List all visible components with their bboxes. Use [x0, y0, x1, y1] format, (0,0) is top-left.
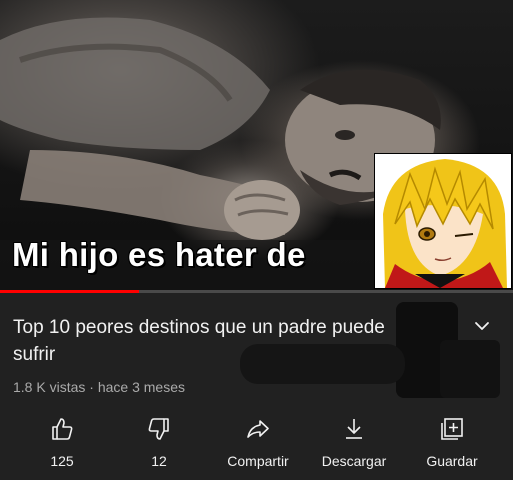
download-button[interactable]: Descargar [312, 410, 396, 474]
action-bar: 125 12 Compartir Descargar Guardar [0, 410, 513, 474]
anime-character-image [374, 153, 512, 289]
save-label: Guardar [426, 453, 478, 469]
chevron-down-icon[interactable] [472, 316, 492, 336]
thumbs-down-icon [148, 418, 169, 440]
share-icon [247, 420, 269, 438]
view-count: 1.8 K vistas [13, 379, 86, 395]
like-count: 125 [50, 453, 74, 469]
video-progress-bar[interactable] [0, 290, 513, 293]
thumbs-up-icon [52, 418, 73, 440]
download-icon [346, 419, 362, 439]
share-label: Compartir [227, 453, 289, 469]
download-label: Descargar [321, 453, 387, 469]
dislike-count: 12 [151, 453, 167, 469]
redaction-mark [240, 344, 405, 384]
save-icon [441, 418, 463, 440]
video-progress-fill [0, 290, 139, 293]
meta-separator: · [89, 379, 94, 395]
like-button[interactable]: 125 [42, 410, 82, 474]
video-caption-text: Mi hijo es hater de [12, 236, 306, 273]
upload-age: hace 3 meses [97, 379, 185, 395]
redaction-mark [440, 340, 500, 398]
video-player[interactable]: Mi hijo es hater de [0, 0, 513, 293]
share-button[interactable]: Compartir [215, 410, 301, 474]
save-button[interactable]: Guardar [416, 410, 488, 474]
video-metadata: 1.8 K vistas · hace 3 meses [13, 379, 185, 395]
dislike-button[interactable]: 12 [139, 410, 179, 474]
